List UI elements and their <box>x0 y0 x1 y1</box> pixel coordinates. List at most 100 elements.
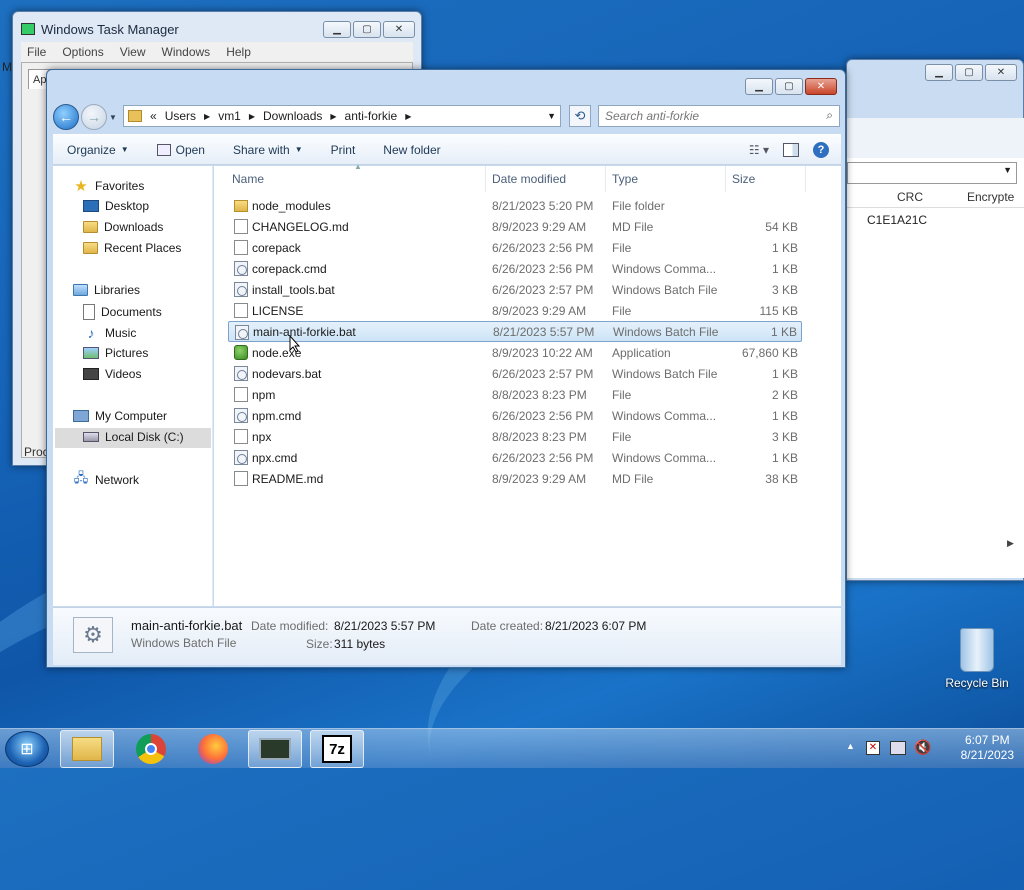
file-name: corepack <box>252 240 301 255</box>
file-type: Windows Comma... <box>612 261 717 276</box>
back-button[interactable]: ← <box>53 104 79 130</box>
help-icon[interactable]: ? <box>813 141 829 158</box>
nav-my-computer[interactable]: My Computer <box>73 409 167 423</box>
search-input[interactable]: Search anti-forkie ⌕ <box>598 105 840 127</box>
breadcrumb-overflow[interactable]: « <box>150 109 157 123</box>
column-size[interactable]: Size <box>726 166 806 192</box>
views-icon[interactable]: ☷ ▾ <box>749 143 769 157</box>
minimize-button[interactable]: ▁ <box>323 21 351 38</box>
file-size: 38 KB <box>765 471 798 486</box>
chevron-right-icon[interactable]: ▶ <box>405 112 411 121</box>
show-hidden-icons[interactable]: ▲ <box>846 741 855 751</box>
breadcrumb-downloads[interactable]: Downloads <box>263 109 322 123</box>
file-date: 6/26/2023 2:56 PM <box>492 240 594 255</box>
column-type[interactable]: Type <box>606 166 726 192</box>
file-row[interactable]: install_tools.bat 6/26/2023 2:57 PM Window… <box>228 279 802 300</box>
nav-pictures[interactable]: Pictures <box>83 346 148 360</box>
minimize-button[interactable]: ▁ <box>745 78 773 95</box>
background-window[interactable]: ▁ ▢ ✕ ▼ CRC Encrypte C1E1A21C ▶ <box>846 59 1024 581</box>
taskbar-chrome[interactable] <box>124 730 178 768</box>
print-button[interactable]: Print <box>317 143 370 157</box>
file-row[interactable]: node.exe 8/9/2023 10:22 AM Application 67,8… <box>228 342 802 363</box>
file-type: File <box>612 429 632 444</box>
network-tray-icon[interactable] <box>890 741 906 755</box>
taskbar-task-manager[interactable] <box>248 730 302 768</box>
organize-button[interactable]: Organize ▼ <box>53 143 143 157</box>
nav-local-disk[interactable]: Local Disk (C:) <box>83 430 184 444</box>
batch-file-gear-icon: ⚙ <box>73 617 113 653</box>
nav-label: Libraries <box>94 283 141 297</box>
file-type: File <box>612 240 632 255</box>
share-with-button[interactable]: Share with ▼ <box>219 143 317 157</box>
nav-documents[interactable]: Documents <box>83 304 162 320</box>
file-row[interactable]: node_modules 8/21/2023 5:20 PM File folder <box>228 195 802 216</box>
new-folder-button[interactable]: New folder <box>369 143 454 157</box>
nav-downloads[interactable]: Downloads <box>83 220 163 234</box>
taskbar-explorer[interactable] <box>60 730 114 768</box>
file-row[interactable]: nodevars.bat 6/26/2023 2:57 PM Windows Bat… <box>228 363 802 384</box>
dropdown-arrow-icon[interactable]: ▼ <box>1003 165 1012 175</box>
file-row[interactable]: npx.cmd 6/26/2023 2:56 PM Windows Comma...… <box>228 447 802 468</box>
minimize-button[interactable]: ▁ <box>925 64 953 81</box>
breadcrumb-vm1[interactable]: vm1 <box>218 109 241 123</box>
maximize-button[interactable]: ▢ <box>353 21 381 38</box>
file-row[interactable]: npm 8/8/2023 8:23 PM File 2 KB <box>228 384 802 405</box>
column-crc[interactable]: CRC <box>897 190 923 204</box>
nav-network[interactable]: 🖧 Network <box>73 470 139 488</box>
breadcrumb-anti-forkie[interactable]: anti-forkie <box>345 109 398 123</box>
file-row[interactable]: main-anti-forkie.bat 8/21/2023 5:57 PM Win… <box>228 321 802 342</box>
taskbar-7zip[interactable]: 7z <box>310 730 364 768</box>
nav-music[interactable]: ♪ Music <box>83 325 137 341</box>
explorer-window[interactable]: ▁ ▢ ✕ ← → ▼ « Users ▶ vm1 ▶ Downloads ▶ … <box>46 69 846 668</box>
refresh-button[interactable]: ⟲ <box>569 105 591 127</box>
breadcrumb-users[interactable]: Users <box>165 109 196 123</box>
file-row[interactable]: CHANGELOG.md 8/9/2023 9:29 AM MD File 54 KB <box>228 216 802 237</box>
maximize-button[interactable]: ▢ <box>955 64 983 81</box>
chevron-right-icon[interactable]: ▶ <box>330 112 336 121</box>
nav-desktop[interactable]: Desktop <box>83 199 149 213</box>
address-bar[interactable]: « Users ▶ vm1 ▶ Downloads ▶ anti-forkie … <box>123 105 561 127</box>
maximize-button[interactable]: ▢ <box>775 78 803 95</box>
column-encrypted[interactable]: Encrypte <box>967 190 1014 204</box>
recycle-bin[interactable]: Recycle Bin <box>944 628 1010 690</box>
file-row[interactable]: README.md 8/9/2023 9:29 AM MD File 38 KB <box>228 468 802 489</box>
menu-windows[interactable]: Windows <box>162 45 211 59</box>
column-name[interactable]: Name <box>214 166 486 192</box>
menu-view[interactable]: View <box>120 45 146 59</box>
close-button[interactable]: ✕ <box>985 64 1017 81</box>
recycle-bin-label: Recycle Bin <box>945 676 1009 690</box>
preview-pane-icon[interactable] <box>783 142 799 157</box>
chevron-right-icon[interactable]: ▶ <box>249 112 255 121</box>
start-button[interactable]: ⊞ <box>5 731 49 767</box>
file-row[interactable]: corepack.cmd 6/26/2023 2:56 PM Windows Com… <box>228 258 802 279</box>
clock[interactable]: 6:07 PM 8/21/2023 <box>961 733 1014 763</box>
file-type: File folder <box>612 198 665 213</box>
taskbar-firefox[interactable] <box>186 730 240 768</box>
close-button[interactable]: ✕ <box>805 78 837 95</box>
column-date-modified[interactable]: Date modified <box>486 166 606 192</box>
close-button[interactable]: ✕ <box>383 21 415 38</box>
nav-favorites[interactable]: ★ Favorites <box>73 178 144 195</box>
menu-file[interactable]: File <box>27 45 46 59</box>
action-center-icon[interactable]: ✕ <box>866 741 880 755</box>
firefox-icon <box>198 734 228 764</box>
menu-help[interactable]: Help <box>226 45 251 59</box>
address-field[interactable]: ▼ <box>847 162 1017 184</box>
menu-options[interactable]: Options <box>62 45 103 59</box>
open-button[interactable]: Open <box>143 143 219 157</box>
search-placeholder: Search anti-forkie <box>605 109 700 123</box>
file-row[interactable]: LICENSE 8/9/2023 9:29 AM File 115 KB <box>228 300 802 321</box>
scroll-right-icon[interactable]: ▶ <box>1007 538 1014 549</box>
file-row[interactable]: npm.cmd 6/26/2023 2:56 PM Windows Comma...… <box>228 405 802 426</box>
recent-pages-icon[interactable]: ▼ <box>109 113 117 122</box>
volume-muted-icon[interactable]: 🔇 <box>914 739 931 756</box>
nav-videos[interactable]: Videos <box>83 367 141 381</box>
address-dropdown-icon[interactable]: ▼ <box>547 111 556 121</box>
forward-button[interactable]: → <box>81 104 107 130</box>
search-icon[interactable]: ⌕ <box>826 108 833 123</box>
file-row[interactable]: corepack 6/26/2023 2:56 PM File 1 KB <box>228 237 802 258</box>
chevron-right-icon[interactable]: ▶ <box>204 112 210 121</box>
file-row[interactable]: npx 8/8/2023 8:23 PM File 3 KB <box>228 426 802 447</box>
nav-libraries[interactable]: Libraries <box>73 283 140 297</box>
nav-recent-places[interactable]: Recent Places <box>83 241 181 255</box>
